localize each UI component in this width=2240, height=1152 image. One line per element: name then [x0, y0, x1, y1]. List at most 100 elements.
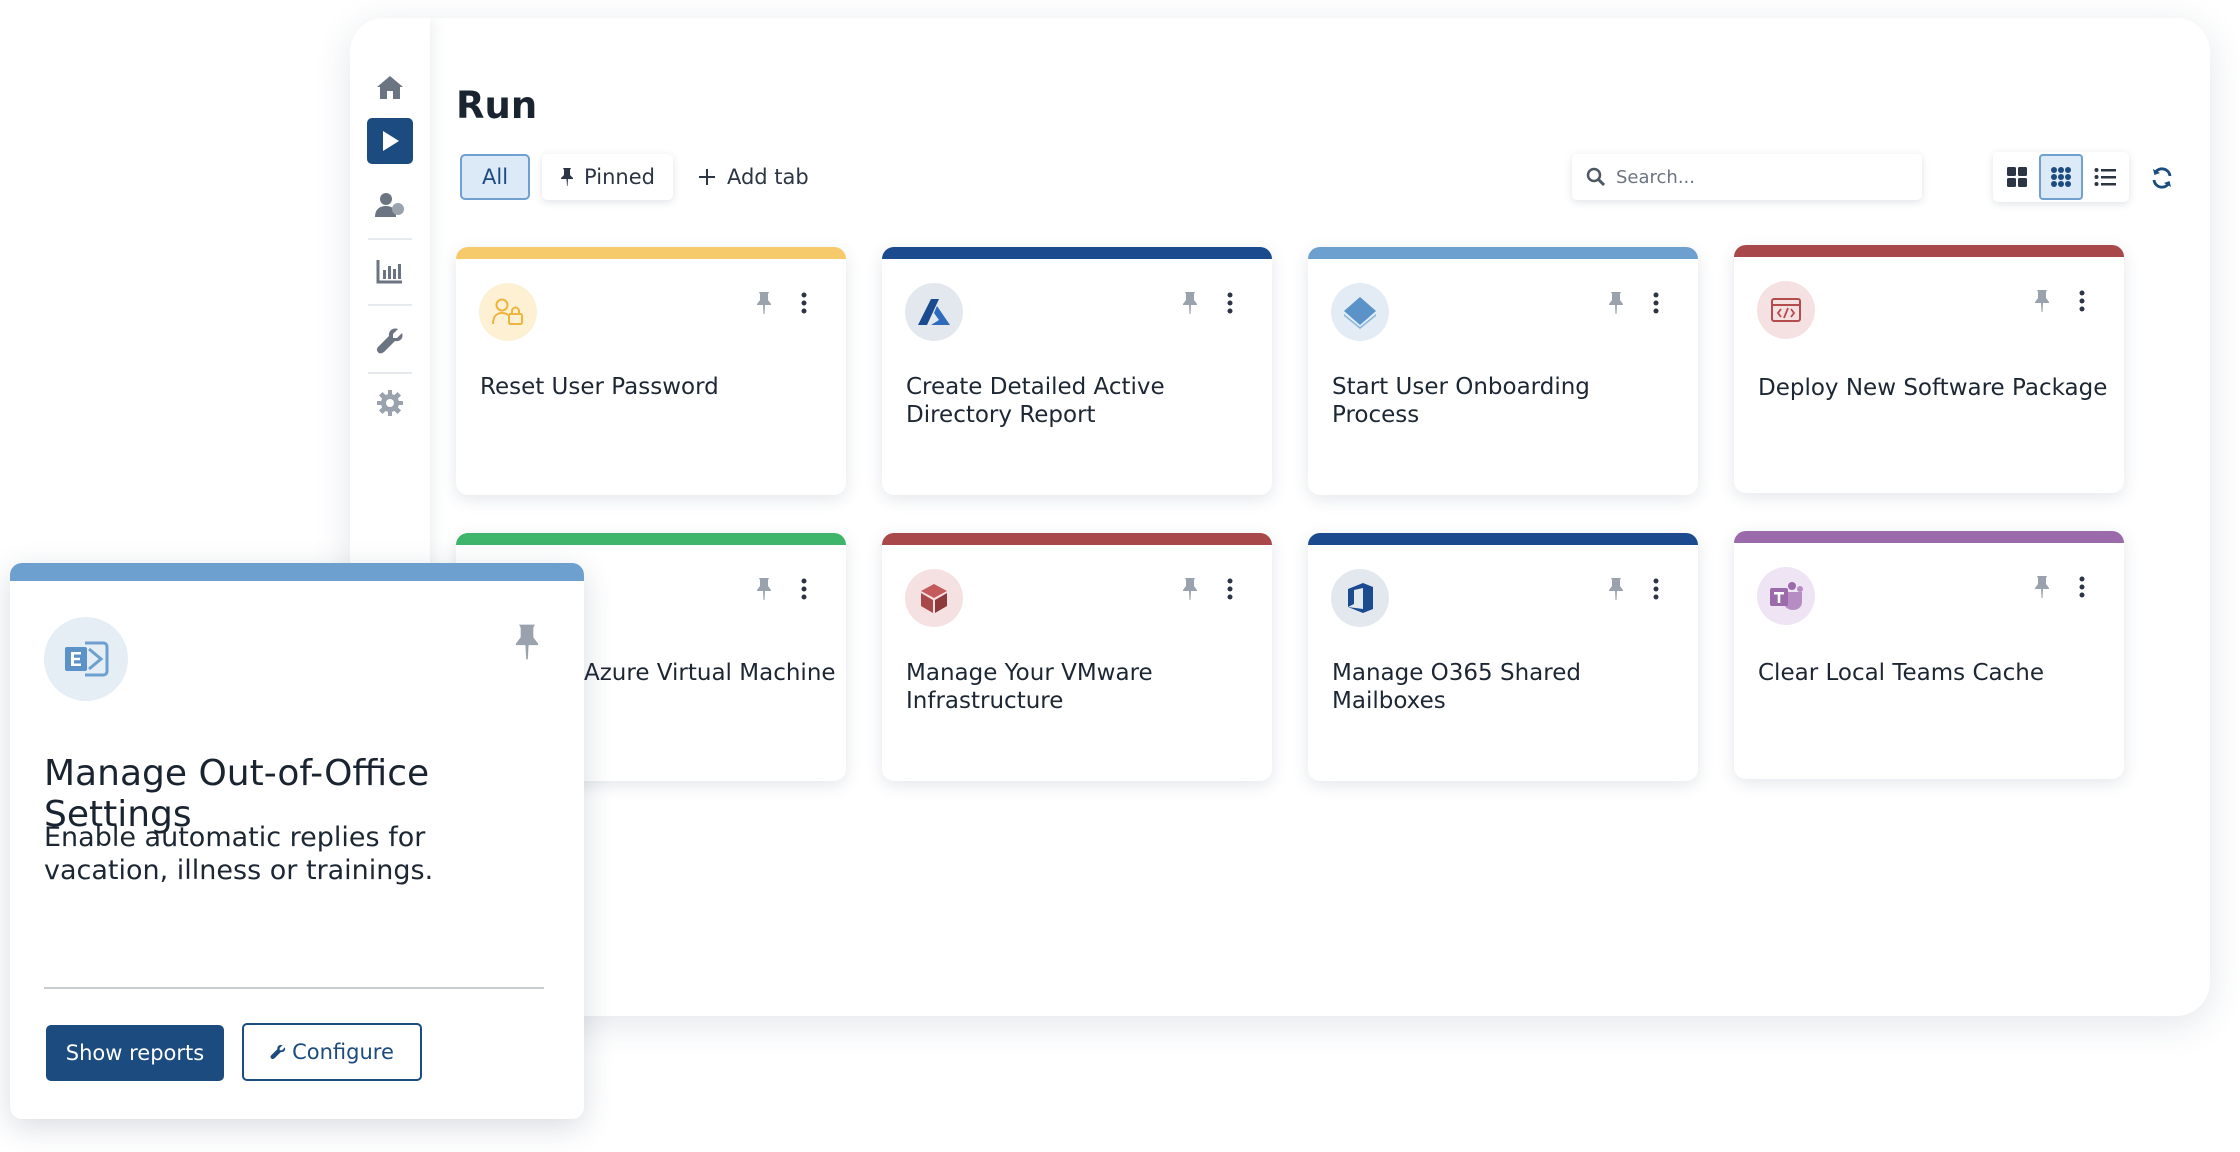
- runbook-card[interactable]: Reset User Password: [456, 247, 846, 495]
- pin-button[interactable]: [2034, 289, 2050, 317]
- kebab-menu-icon: [1227, 578, 1233, 600]
- tab-pinned-label: Pinned: [584, 165, 655, 189]
- more-options-button[interactable]: [1652, 577, 1660, 605]
- search-input[interactable]: [1616, 166, 1906, 188]
- kebab-menu-icon: [801, 578, 807, 600]
- runbook-card[interactable]: Manage O365 Shared Mailboxes: [1308, 533, 1698, 781]
- sidebar-item-run[interactable]: [367, 118, 413, 164]
- runbook-card[interactable]: Manage Your VMware Infrastructure: [882, 533, 1272, 781]
- more-options-button[interactable]: [2078, 289, 2086, 317]
- pin-icon: [561, 168, 574, 186]
- card-title: Manage O365 Shared Mailboxes: [1332, 660, 1581, 714]
- sidebar-item-tools[interactable]: [367, 318, 413, 364]
- card-title: Create Detailed Active Directory Report: [906, 374, 1165, 428]
- card-color-bar: [1308, 533, 1698, 545]
- pin-button[interactable]: [756, 291, 772, 319]
- sidebar-item-settings[interactable]: [367, 380, 413, 426]
- sidebar-divider: [368, 304, 412, 306]
- show-reports-button[interactable]: Show reports: [46, 1025, 224, 1081]
- card-color-bar: [456, 533, 846, 545]
- pin-button[interactable]: [1608, 291, 1624, 319]
- card-title: Azure Virtual Machine: [584, 660, 836, 686]
- more-options-button[interactable]: [1226, 291, 1234, 319]
- search-icon: [1586, 167, 1606, 187]
- view-large-grid-button[interactable]: [1995, 154, 2039, 200]
- card-color-bar: [882, 247, 1272, 259]
- more-options-button[interactable]: [1652, 291, 1660, 319]
- card-color-bar: [1734, 245, 2124, 257]
- pin-button[interactable]: [1608, 577, 1624, 605]
- card-color-bar: [1308, 247, 1698, 259]
- view-small-grid-button[interactable]: [2039, 154, 2083, 200]
- runbook-detail-card: Manage Out-of-Office Settings Enable aut…: [10, 563, 584, 1119]
- chart-icon: [376, 260, 402, 284]
- wrench-icon: [376, 328, 403, 354]
- kebab-menu-icon: [801, 292, 807, 314]
- users-icon: [375, 193, 404, 217]
- more-options-button[interactable]: [2078, 575, 2086, 603]
- card-color-bar: [882, 533, 1272, 545]
- pin-icon: [757, 578, 771, 600]
- teams-icon: [1757, 567, 1815, 625]
- card-title: Manage Your VMware Infrastructure: [906, 660, 1153, 714]
- pin-icon: [2035, 290, 2049, 312]
- office-icon: [1331, 569, 1389, 627]
- more-options-button[interactable]: [1226, 577, 1234, 605]
- pin-icon: [757, 292, 771, 314]
- runbook-card[interactable]: Clear Local Teams Cache: [1734, 531, 2124, 779]
- plus-icon: [698, 169, 715, 185]
- more-options-button[interactable]: [800, 291, 808, 319]
- user-lock-icon: [479, 283, 537, 341]
- app-window: Run All Pinned Add tab Search... Reset U…: [350, 18, 2210, 1016]
- configure-button[interactable]: Configure: [242, 1023, 422, 1081]
- tab-all[interactable]: All: [460, 154, 531, 200]
- pin-icon: [1183, 578, 1197, 600]
- card-title: Clear Local Teams Cache: [1758, 660, 2044, 686]
- kebab-menu-icon: [1653, 292, 1659, 314]
- exchange-icon: [44, 617, 128, 701]
- sidebar-divider: [368, 372, 412, 374]
- runbook-card[interactable]: Start User Onboarding Process: [1308, 247, 1698, 495]
- tab-pinned[interactable]: Pinned: [542, 154, 673, 200]
- pin-button[interactable]: [1182, 577, 1198, 605]
- card-title: Deploy New Software Package: [1758, 375, 2108, 401]
- tab-bar: All Pinned Add tab: [460, 153, 833, 201]
- azure-icon: [905, 283, 963, 341]
- pin-button[interactable]: [756, 577, 772, 605]
- pin-icon: [1609, 578, 1623, 600]
- add-tab-button[interactable]: Add tab: [685, 154, 821, 200]
- kebab-menu-icon: [1653, 578, 1659, 600]
- runbook-card[interactable]: Deploy New Software Package: [1734, 245, 2124, 493]
- card-color-bar: [1734, 531, 2124, 543]
- pin-icon: [1183, 292, 1197, 314]
- kebab-menu-icon: [1227, 292, 1233, 314]
- card-color-bar: [10, 563, 584, 581]
- grid-small-icon: [2051, 167, 2071, 187]
- sidebar-item-reports[interactable]: [367, 248, 413, 294]
- pin-button[interactable]: [2034, 575, 2050, 603]
- search-box: [1572, 154, 1922, 200]
- sidebar-item-home[interactable]: [367, 64, 413, 110]
- stage: Run All Pinned Add tab Search... Reset U…: [0, 0, 2240, 1152]
- runbook-card[interactable]: Create Detailed Active Directory Report: [882, 247, 1272, 495]
- code-window-icon: [1757, 281, 1815, 339]
- grid-large-icon: [2007, 167, 2027, 187]
- card-title: Reset User Password: [480, 374, 719, 400]
- pin-icon: [1609, 292, 1623, 314]
- sidebar-divider: [368, 238, 412, 240]
- detail-divider: [44, 987, 544, 989]
- more-options-button[interactable]: [800, 577, 808, 605]
- home-icon: [377, 76, 403, 99]
- pin-button[interactable]: [1182, 291, 1198, 319]
- play-icon: [383, 131, 399, 151]
- view-list-button[interactable]: [2083, 154, 2127, 200]
- pin-button[interactable]: [514, 623, 540, 665]
- sidebar-item-users[interactable]: [367, 182, 413, 228]
- refresh-icon: [2152, 167, 2172, 189]
- tab-all-label: All: [482, 165, 509, 189]
- wrench-icon: [270, 1044, 286, 1060]
- layers-icon: [1331, 283, 1389, 341]
- refresh-button[interactable]: [2142, 158, 2182, 198]
- configure-label: Configure: [292, 1040, 394, 1064]
- list-icon: [2094, 168, 2116, 186]
